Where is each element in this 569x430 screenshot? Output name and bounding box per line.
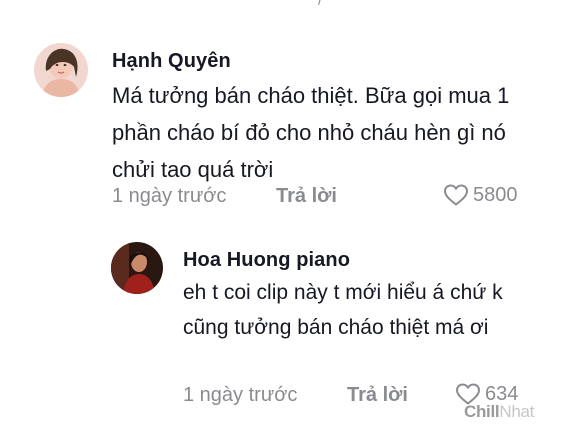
heart-outline-icon	[443, 184, 469, 206]
avatar[interactable]	[34, 43, 88, 97]
comment-text: Má tưởng bán cháo thiệt. Bữa gọi mua 1 p…	[112, 83, 510, 182]
avatar[interactable]	[111, 242, 163, 294]
watermark-part-2: Nhat	[499, 402, 535, 421]
like-button[interactable]: 5800	[443, 183, 518, 207]
comment-text: eh t coi clip này t mới hiểu á chứ k cũn…	[183, 281, 503, 339]
reply-button[interactable]: Trả lời	[347, 384, 408, 407]
comment-username[interactable]: Hạnh Quyên	[112, 50, 231, 73]
like-count: 5800	[473, 183, 518, 206]
comments-section: / Hạnh Quyên Má tưởng bán cháo thiệt. Bữ…	[0, 0, 569, 430]
watermark-logo: ChillNhat	[464, 402, 534, 422]
comment-timestamp: 1 ngày trước	[183, 384, 298, 406]
comment-item: Hạnh Quyên Má tưởng bán cháo thiệt. Bữa …	[0, 0, 569, 230]
reply-item: Hoa Huong piano eh t coi clip này t mới …	[0, 230, 569, 430]
comment-timestamp: 1 ngày trước	[112, 185, 227, 207]
comment-username[interactable]: Hoa Huong piano	[183, 249, 350, 272]
reply-button[interactable]: Trả lời	[276, 185, 337, 208]
watermark-part-1: Chill	[464, 402, 500, 421]
